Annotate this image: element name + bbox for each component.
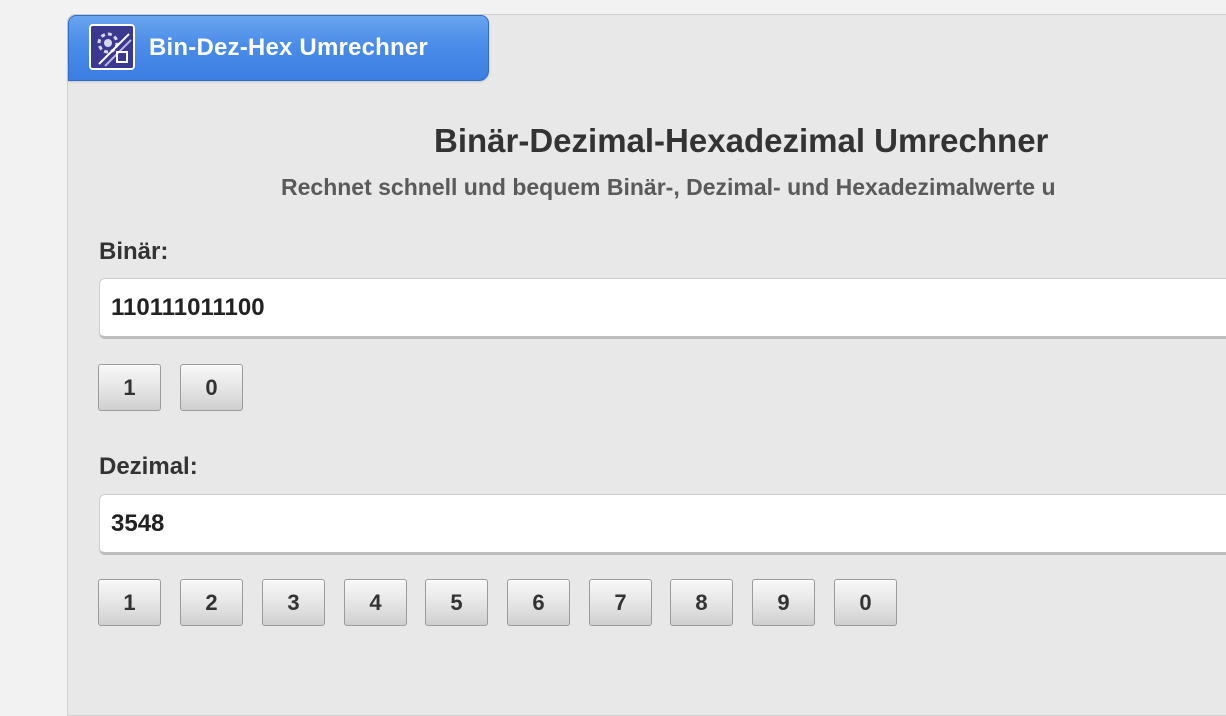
binary-key-1[interactable]: 1 — [98, 364, 161, 411]
decimal-key-8[interactable]: 8 — [670, 579, 733, 626]
app-tab-title: Bin-Dez-Hex Umrechner — [149, 34, 428, 61]
decimal-key-5[interactable]: 5 — [425, 579, 488, 626]
page-subtitle: Rechnet schnell und bequem Binär-, Dezim… — [281, 174, 1056, 200]
decimal-key-3[interactable]: 3 — [262, 579, 325, 626]
decimal-key-0[interactable]: 0 — [834, 579, 897, 626]
decimal-label: Dezimal: — [99, 453, 198, 480]
decimal-key-1[interactable]: 1 — [98, 579, 161, 626]
binary-input[interactable] — [99, 278, 1226, 339]
decimal-key-7[interactable]: 7 — [589, 579, 652, 626]
calculator-app-icon — [89, 24, 135, 70]
decimal-key-4[interactable]: 4 — [344, 579, 407, 626]
page-title: Binär-Dezimal-Hexadezimal Umrechner — [434, 122, 1049, 159]
decimal-key-2[interactable]: 2 — [180, 579, 243, 626]
decimal-input[interactable] — [99, 494, 1226, 555]
binary-key-0[interactable]: 0 — [180, 364, 243, 411]
binary-label: Binär: — [99, 238, 169, 265]
decimal-key-6[interactable]: 6 — [507, 579, 570, 626]
decimal-key-9[interactable]: 9 — [752, 579, 815, 626]
app-tab[interactable]: Bin-Dez-Hex Umrechner — [68, 15, 489, 81]
